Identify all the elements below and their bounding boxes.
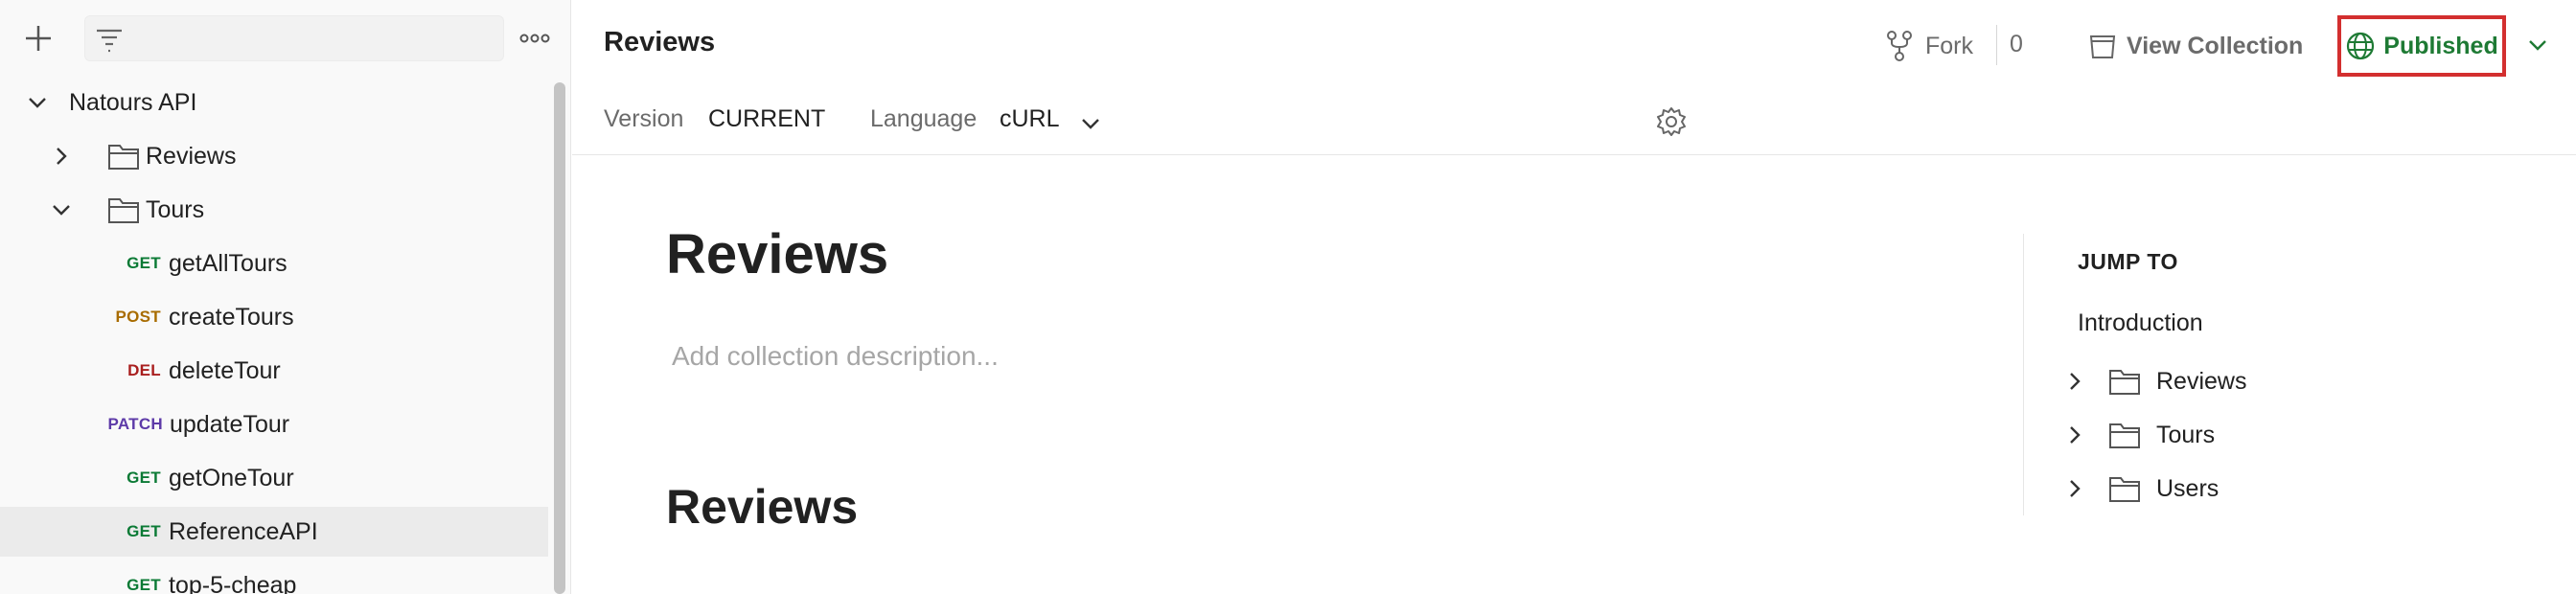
folder-icon: [2109, 370, 2140, 395]
folder-tours[interactable]: Tours: [0, 185, 548, 235]
request-item[interactable]: DEL deleteTour: [0, 346, 548, 396]
globe-icon: [2347, 32, 2375, 60]
sidebar: Natours API Reviews Tours GET getAllTour…: [0, 0, 571, 594]
jump-to-folder-users[interactable]: Users: [2060, 468, 2444, 510]
chevron-down-icon[interactable]: [51, 199, 72, 220]
collection-icon: [2089, 35, 2116, 58]
method-badge: GET: [126, 468, 161, 487]
chevron-down-icon[interactable]: [1080, 113, 1101, 134]
collection-name: Natours API: [69, 88, 197, 116]
method-badge: GET: [126, 254, 161, 272]
request-name: updateTour: [170, 410, 290, 438]
view-collection-button[interactable]: View Collection: [2088, 25, 2303, 67]
chevron-right-icon[interactable]: [2064, 371, 2085, 392]
fork-button[interactable]: Fork: [1885, 25, 1973, 67]
version-info: Version: [604, 105, 683, 133]
folder-label: Tours: [146, 195, 205, 223]
filter-icon: [97, 29, 122, 53]
jump-to-label: Tours: [2156, 422, 2216, 448]
description-input[interactable]: Add collection description...: [672, 341, 999, 372]
request-name: getOneTour: [169, 464, 294, 491]
folder-label: Reviews: [146, 142, 237, 170]
jump-to-folder-tours[interactable]: Tours: [2060, 414, 2444, 456]
published-button[interactable]: Published: [2337, 15, 2506, 77]
language-value: cURL: [1000, 105, 1060, 132]
more-options-button[interactable]: [518, 25, 552, 52]
sidebar-toolbar: [0, 0, 570, 77]
request-name: deleteTour: [169, 356, 281, 384]
sidebar-scrollbar[interactable]: [554, 82, 565, 594]
chevron-right-icon[interactable]: [2064, 478, 2085, 499]
method-badge: DEL: [127, 361, 161, 379]
fork-label: Fork: [1925, 32, 1973, 59]
settings-gear-icon[interactable]: [1655, 105, 1688, 138]
divider: [1996, 25, 1997, 65]
request-name: top-5-cheap: [169, 571, 297, 594]
folder-icon: [108, 198, 139, 223]
version-value: CURRENT: [708, 105, 826, 132]
method-badge: PATCH: [107, 415, 163, 433]
method-badge: POST: [115, 308, 161, 326]
chevron-down-icon[interactable]: [27, 92, 48, 113]
more-icon: [519, 34, 550, 43]
folder-reviews[interactable]: Reviews: [0, 131, 548, 181]
chevron-down-icon[interactable]: [2527, 34, 2548, 56]
fork-count[interactable]: 0: [2010, 31, 2023, 58]
version-selector[interactable]: CURRENT: [708, 105, 825, 133]
fork-icon: [1887, 31, 1912, 61]
header: Reviews Fork 0 View Collection Published: [572, 0, 2576, 155]
language-label: Language: [870, 105, 978, 132]
plus-icon: [26, 26, 51, 51]
folder-icon: [108, 145, 139, 170]
request-item[interactable]: GET getOneTour: [0, 453, 548, 503]
jump-to-title: JUMP TO: [2078, 249, 2178, 274]
folder-icon: [2109, 477, 2140, 502]
new-item-button[interactable]: [21, 21, 56, 56]
request-name: getAllTours: [169, 249, 288, 277]
request-name: ReferenceAPI: [169, 517, 318, 545]
jump-to-introduction-link[interactable]: Introduction: [2078, 309, 2203, 337]
language-selector[interactable]: cURL: [1000, 105, 1060, 133]
request-item[interactable]: GET top-5-cheap: [0, 560, 548, 594]
collection-natours-api[interactable]: Natours API: [0, 78, 548, 127]
method-badge: GET: [126, 522, 161, 540]
filter-input[interactable]: [84, 15, 504, 61]
folder-icon: [2109, 423, 2140, 448]
version-label: Version: [604, 105, 684, 132]
request-item[interactable]: POST createTours: [0, 292, 548, 342]
section-heading: Reviews: [666, 480, 859, 534]
request-item-selected[interactable]: GET ReferenceAPI: [0, 507, 548, 557]
divider: [2023, 234, 2024, 515]
method-badge: GET: [126, 576, 161, 594]
language-info: Language: [870, 105, 977, 133]
view-collection-label: View Collection: [2127, 32, 2304, 59]
jump-to-folder-reviews[interactable]: Reviews: [2060, 360, 2444, 402]
request-item[interactable]: PATCH updateTour: [0, 400, 548, 449]
page-title: Reviews: [604, 27, 716, 57]
jump-to-label: Users: [2156, 475, 2220, 502]
collection-heading: Reviews: [666, 223, 889, 286]
chevron-right-icon[interactable]: [2064, 424, 2085, 446]
published-label: Published: [2383, 32, 2498, 59]
request-name: createTours: [169, 303, 294, 331]
chevron-right-icon[interactable]: [51, 146, 72, 167]
request-item[interactable]: GET getAllTours: [0, 239, 548, 288]
jump-to-label: Reviews: [2156, 368, 2247, 395]
